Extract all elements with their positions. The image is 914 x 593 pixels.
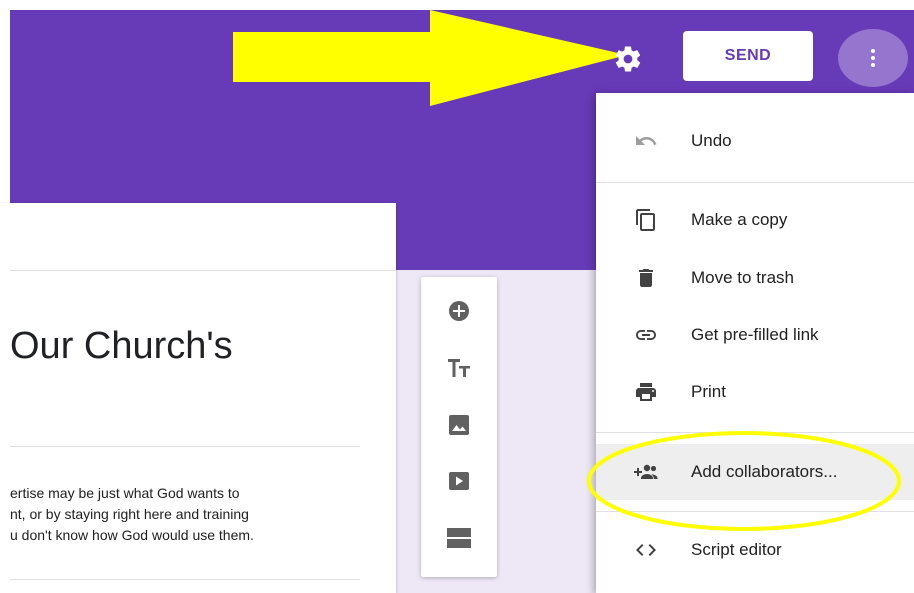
code-icon [632, 536, 660, 564]
menu-label: Print [691, 382, 726, 401]
form-description[interactable]: ertise may be just what God wants to nt,… [10, 483, 360, 546]
trash-icon [632, 264, 660, 292]
menu-item-prefilled-link[interactable]: Get pre-filled link [596, 307, 914, 363]
add-collaborators-icon [632, 458, 660, 486]
form-title[interactable]: Our Church's [10, 325, 233, 368]
copy-icon [632, 206, 660, 234]
menu-label: Make a copy [691, 210, 788, 229]
menu-label: Move to trash [691, 268, 794, 287]
section-icon[interactable] [441, 520, 477, 556]
question-toolbar [421, 277, 497, 577]
menu-item-add-collaborators[interactable]: Add collaborators... [596, 444, 914, 500]
description-line: nt, or by staying right here and trainin… [10, 506, 249, 522]
menu-item-move-to-trash[interactable]: Move to trash [596, 250, 914, 306]
menu-label: Get pre-filled link [691, 325, 819, 344]
link-icon [632, 321, 660, 349]
card-divider [10, 446, 360, 447]
more-vert-icon [871, 49, 875, 67]
send-button[interactable]: SEND [683, 31, 813, 81]
image-icon[interactable] [441, 407, 477, 443]
undo-icon [632, 127, 660, 155]
menu-item-make-copy[interactable]: Make a copy [596, 192, 914, 248]
add-question-icon[interactable] [441, 293, 477, 329]
menu-item-script-editor[interactable]: Script editor [596, 522, 914, 578]
menu-label: Script editor [691, 540, 782, 559]
title-text-icon[interactable] [441, 350, 477, 386]
menu-label: Undo [691, 131, 732, 150]
video-icon[interactable] [441, 463, 477, 499]
description-line: ertise may be just what God wants to [10, 485, 240, 501]
more-options-button[interactable] [838, 29, 908, 87]
menu-item-print[interactable]: Print [596, 364, 914, 420]
card-divider [10, 579, 360, 580]
menu-label: Add collaborators... [691, 462, 838, 481]
menu-divider [596, 182, 914, 183]
card-divider [10, 270, 396, 271]
menu-item-undo[interactable]: Undo [596, 113, 914, 169]
top-strip [0, 0, 914, 10]
menu-divider [596, 432, 914, 433]
menu-divider [596, 511, 914, 512]
description-line: u don't know how God would use them. [10, 527, 254, 543]
annotation-arrow [233, 10, 627, 106]
more-options-menu: Undo Make a copy Move to trash Get pre-f… [596, 93, 914, 593]
print-icon [632, 378, 660, 406]
settings-gear-icon[interactable] [613, 44, 643, 74]
